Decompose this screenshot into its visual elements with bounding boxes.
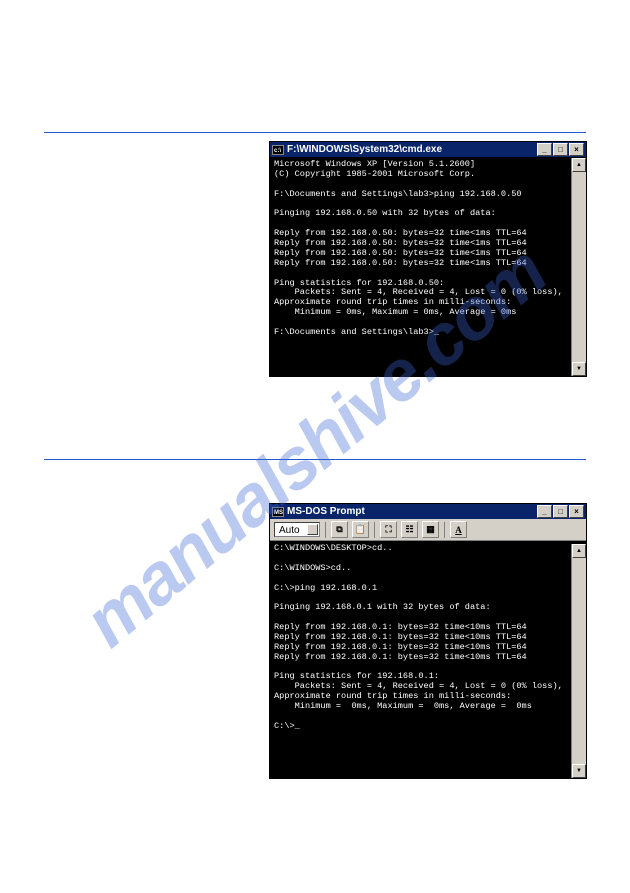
close-button[interactable]: ×: [569, 143, 584, 156]
dos-toolbar: Auto ⧉ 📋 ⛶ ☷ ▦ A: [270, 519, 586, 541]
dos-window: MS MS-DOS Prompt _ □ × Auto ⧉ 📋 ⛶ ☷ ▦ A …: [269, 503, 587, 779]
cmd-titlebar[interactable]: c:\ F:\WINDOWS\System32\cmd.exe _ □ ×: [270, 142, 586, 157]
dos-scrollbar[interactable]: ▲ ▼: [571, 544, 586, 778]
dos-console-output: C:\WINDOWS\DESKTOP>cd.. C:\WINDOWS>cd.. …: [270, 541, 586, 778]
scroll-up-button[interactable]: ▲: [572, 158, 586, 172]
cmd-console-output: Microsoft Windows XP [Version 5.1.2600] …: [270, 157, 586, 376]
maximize-button[interactable]: □: [553, 505, 568, 518]
cmd-icon: c:\: [272, 145, 284, 155]
maximize-button[interactable]: □: [553, 143, 568, 156]
section-rule: [44, 459, 586, 460]
scroll-down-button[interactable]: ▼: [572, 764, 586, 778]
background-icon[interactable]: ▦: [422, 521, 439, 538]
cmd-title: F:\WINDOWS\System32\cmd.exe: [287, 144, 442, 155]
properties-icon[interactable]: ☷: [401, 521, 418, 538]
section-rule: [44, 132, 586, 133]
copy-icon[interactable]: ⧉: [331, 521, 348, 538]
minimize-button[interactable]: _: [537, 143, 552, 156]
scroll-up-button[interactable]: ▲: [572, 544, 586, 558]
minimize-button[interactable]: _: [537, 505, 552, 518]
dos-title: MS-DOS Prompt: [287, 506, 365, 517]
scroll-down-button[interactable]: ▼: [572, 362, 586, 376]
msdos-icon: MS: [272, 507, 284, 517]
close-button[interactable]: ×: [569, 505, 584, 518]
font-size-select[interactable]: Auto: [274, 522, 320, 537]
paste-icon[interactable]: 📋: [352, 521, 369, 538]
font-icon[interactable]: A: [450, 521, 467, 538]
fullscreen-icon[interactable]: ⛶: [380, 521, 397, 538]
cmd-window: c:\ F:\WINDOWS\System32\cmd.exe _ □ × Mi…: [269, 141, 587, 377]
cmd-scrollbar[interactable]: ▲ ▼: [571, 158, 586, 376]
dos-titlebar[interactable]: MS MS-DOS Prompt _ □ ×: [270, 504, 586, 519]
